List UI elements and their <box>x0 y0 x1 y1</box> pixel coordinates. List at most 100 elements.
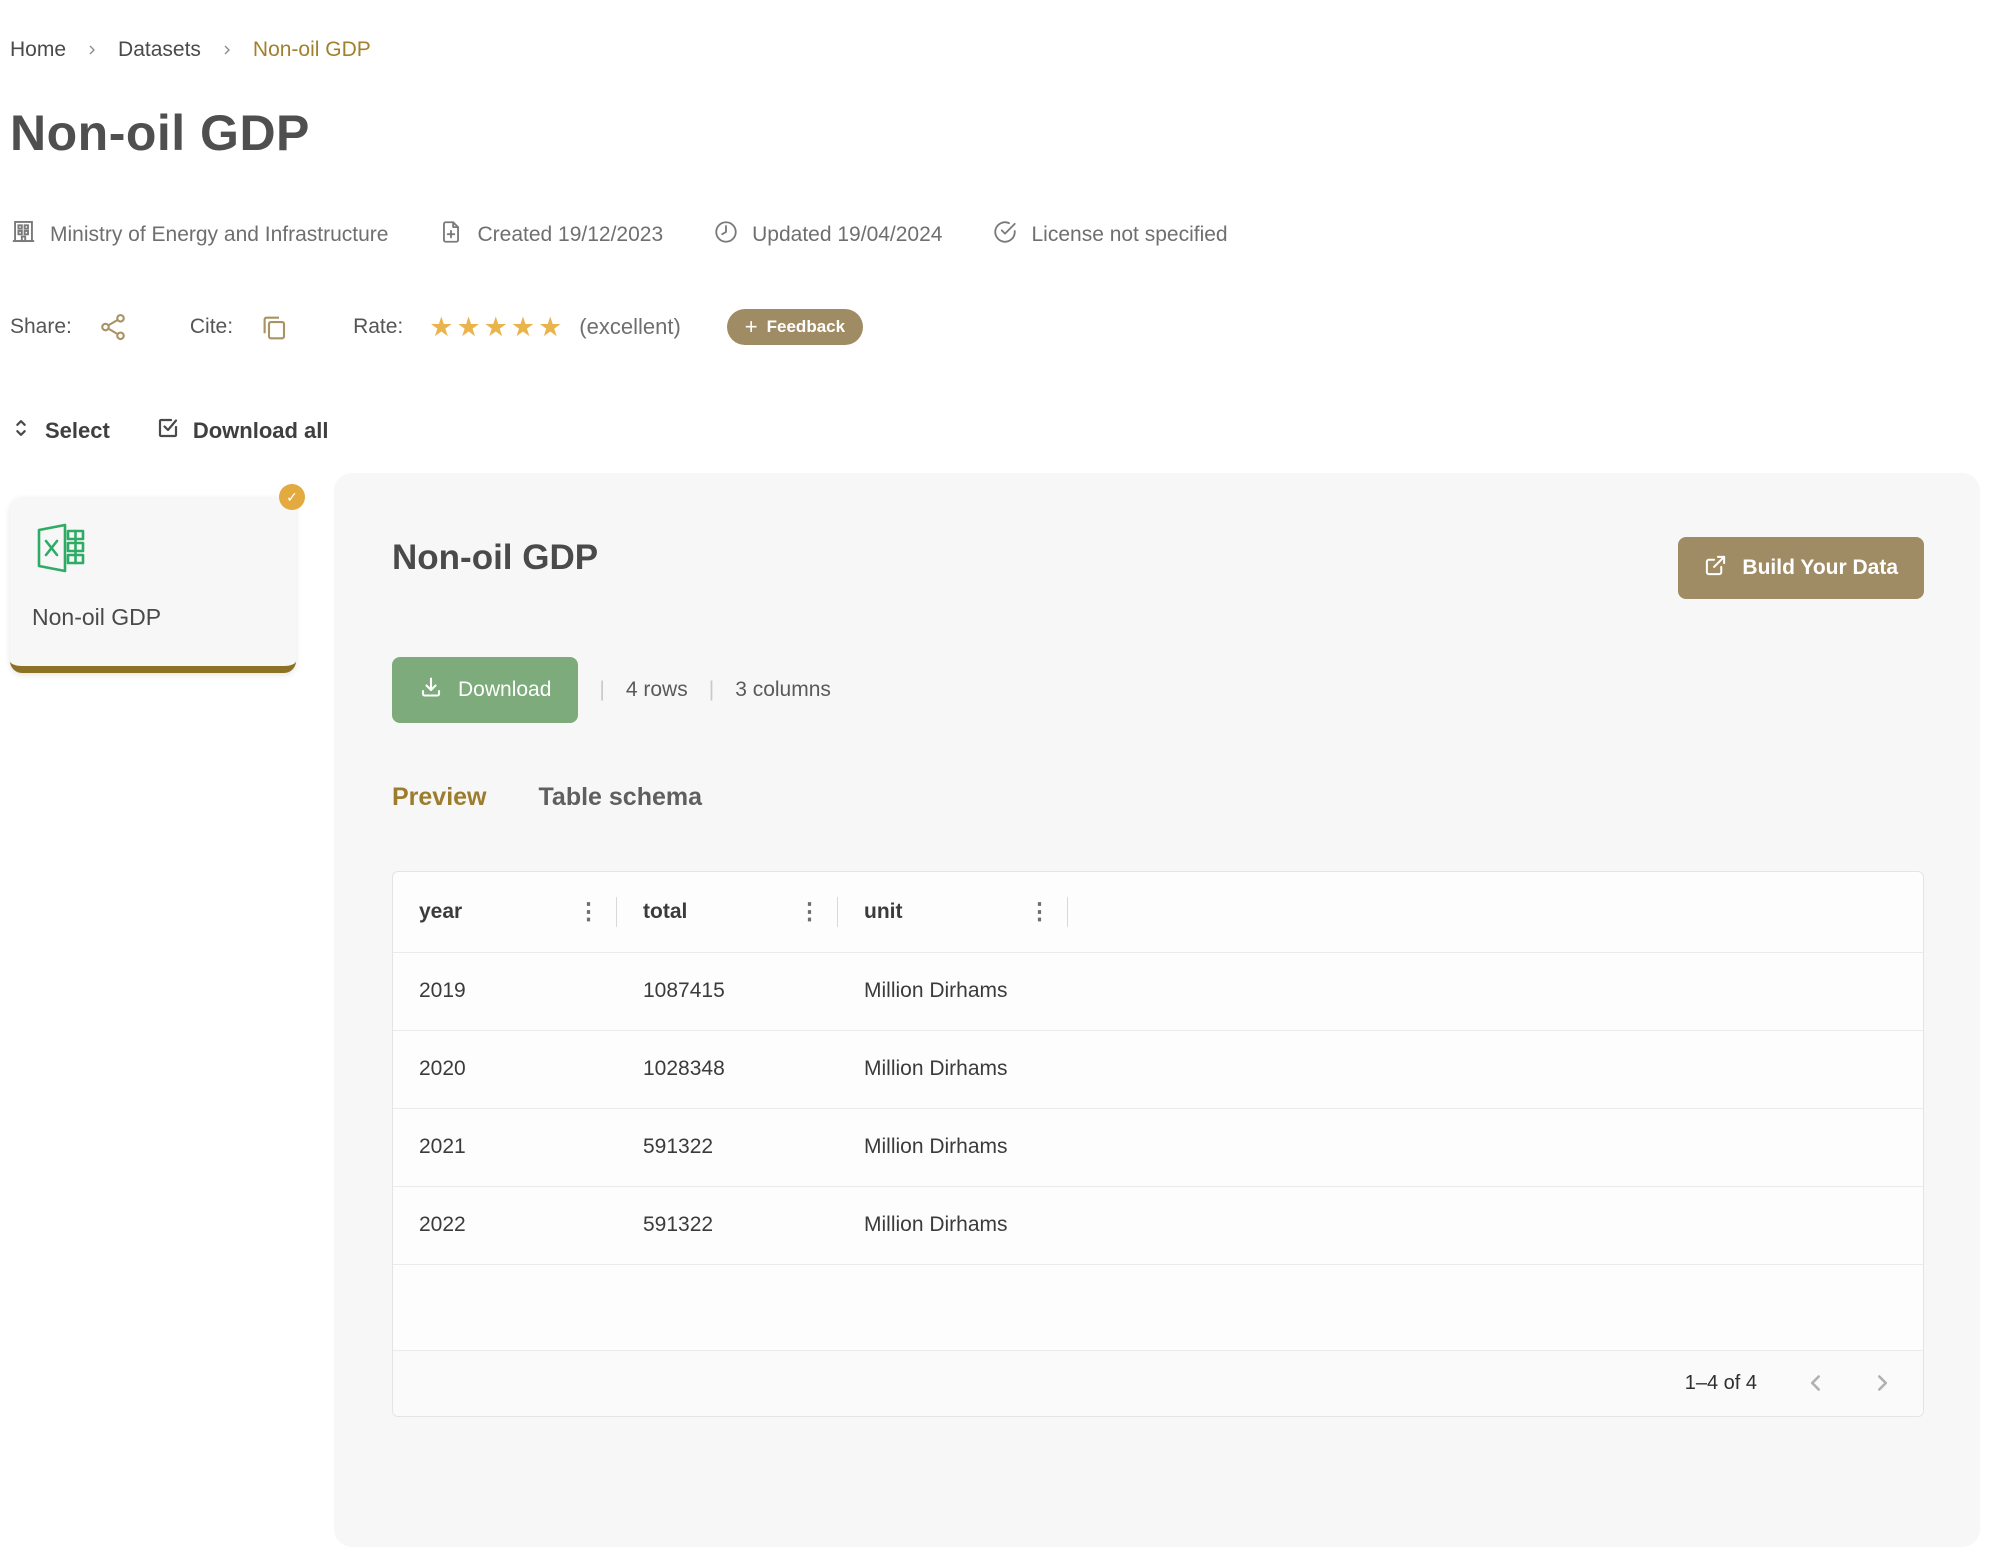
meta-created: Created 19/12/2023 <box>438 219 663 251</box>
selected-check-badge: ✓ <box>279 484 305 510</box>
table-cell: 591322 <box>617 1108 838 1186</box>
table-empty-cell <box>393 1264 1923 1350</box>
separator: | <box>709 678 714 702</box>
table-cell: Million Dirhams <box>838 1186 1068 1264</box>
rows-count: 4 rows <box>626 678 688 702</box>
panel-header: Non-oil GDP Build Your Data <box>392 537 1924 599</box>
share-label: Share: <box>10 315 72 339</box>
build-your-data-button[interactable]: Build Your Data <box>1678 537 1924 599</box>
column-header-unit: unit ⋮ <box>838 872 1068 952</box>
column-divider <box>837 897 838 927</box>
meta-license-label: License not specified <box>1031 223 1227 247</box>
column-divider <box>616 897 617 927</box>
pagination: 1–4 of 4 <box>419 1370 1895 1396</box>
table-row: 2021591322Million Dirhams <box>393 1108 1923 1186</box>
download-all-button[interactable]: Download all <box>156 416 329 446</box>
column-header-label: total <box>643 900 687 924</box>
build-your-data-label: Build Your Data <box>1742 556 1898 580</box>
cite-label: Cite: <box>190 315 233 339</box>
select-button-label: Select <box>45 418 110 444</box>
table-row: 20201028348Million Dirhams <box>393 1030 1923 1108</box>
column-divider <box>1067 897 1068 927</box>
resource-card-name: Non-oil GDP <box>32 604 296 631</box>
table-cell-filler <box>1068 1030 1923 1108</box>
download-row: Download | 4 rows | 3 columns <box>392 657 1924 723</box>
select-button[interactable]: Select <box>10 417 110 445</box>
preview-table-container: year ⋮ total ⋮ <box>392 871 1924 1417</box>
resource-card[interactable]: ✓ Non-oil GDP <box>10 497 296 673</box>
rating-text: (excellent) <box>579 314 680 340</box>
file-plus-icon <box>438 219 464 251</box>
table-empty-row <box>393 1264 1923 1350</box>
column-header-year: year ⋮ <box>393 872 617 952</box>
preview-table: year ⋮ total ⋮ <box>393 872 1923 1416</box>
feedback-button[interactable]: + Feedback <box>727 309 863 345</box>
panel-tabs: Preview Table schema <box>392 783 1924 815</box>
tab-table-schema[interactable]: Table schema <box>539 783 703 815</box>
table-cell: Million Dirhams <box>838 1030 1068 1108</box>
star-rating[interactable]: ★★★★★ <box>429 312 565 343</box>
breadcrumb-home[interactable]: Home <box>10 38 66 62</box>
chevron-right-icon <box>219 42 235 58</box>
table-row: 20191087415Million Dirhams <box>393 952 1923 1030</box>
dataset-panel: Non-oil GDP Build Your Data <box>334 473 1980 1547</box>
column-header-filler <box>1068 872 1923 952</box>
download-all-button-label: Download all <box>193 418 329 444</box>
tab-preview[interactable]: Preview <box>392 783 487 815</box>
table-cell: 2020 <box>393 1030 617 1108</box>
table-cell: 2021 <box>393 1108 617 1186</box>
clock-icon <box>713 219 739 251</box>
table-cell: 2022 <box>393 1186 617 1264</box>
table-cell: 1087415 <box>617 952 838 1030</box>
table-cell-filler <box>1068 1186 1923 1264</box>
download-button[interactable]: Download <box>392 657 578 723</box>
panel-title: Non-oil GDP <box>392 537 598 579</box>
dataset-page: Home Datasets Non-oil GDP Non-oil GDP Mi… <box>0 0 1990 1547</box>
meta-updated-label: Updated 19/04/2024 <box>752 223 942 247</box>
plus-icon: + <box>745 316 758 338</box>
table-cell: Million Dirhams <box>838 1108 1068 1186</box>
copy-icon[interactable] <box>259 312 289 342</box>
column-header-label: unit <box>864 900 902 924</box>
building-icon <box>10 218 37 251</box>
check-circle-icon <box>992 219 1018 251</box>
rate-label: Rate: <box>353 315 403 339</box>
feedback-button-label: Feedback <box>767 317 845 337</box>
table-row: 2022591322Million Dirhams <box>393 1186 1923 1264</box>
column-menu-icon[interactable]: ⋮ <box>794 900 825 923</box>
meta-updated: Updated 19/04/2024 <box>713 219 942 251</box>
table-cell-filler <box>1068 1108 1923 1186</box>
download-button-label: Download <box>458 678 551 702</box>
meta-source-label: Ministry of Energy and Infrastructure <box>50 223 388 247</box>
share-icon[interactable] <box>98 312 128 342</box>
meta-created-label: Created 19/12/2023 <box>477 223 663 247</box>
checkbox-check-icon <box>156 416 180 446</box>
table-cell: 2019 <box>393 952 617 1030</box>
column-header-total: total ⋮ <box>617 872 838 952</box>
table-body: 20191087415Million Dirhams20201028348Mil… <box>393 952 1923 1264</box>
excel-file-icon <box>32 562 90 579</box>
column-header-label: year <box>419 900 462 924</box>
table-cell: 1028348 <box>617 1030 838 1108</box>
meta-license: License not specified <box>992 219 1227 251</box>
pagination-row: 1–4 of 4 <box>393 1350 1923 1416</box>
table-cell: Million Dirhams <box>838 952 1068 1030</box>
table-cell-filler <box>1068 952 1923 1030</box>
download-icon <box>419 675 443 705</box>
share-row: Share: Cite: Rate: ★★★★★ (excellent) + F… <box>10 307 1980 347</box>
next-page-button[interactable] <box>1869 1370 1895 1396</box>
column-menu-icon[interactable]: ⋮ <box>573 900 604 923</box>
external-link-icon <box>1704 554 1727 583</box>
table-header-row: year ⋮ total ⋮ <box>393 872 1923 952</box>
unfold-icon <box>10 417 32 445</box>
previous-page-button[interactable] <box>1803 1370 1829 1396</box>
table-cell: 591322 <box>617 1186 838 1264</box>
breadcrumb-datasets[interactable]: Datasets <box>118 38 201 62</box>
content-area: ✓ Non-oil GDP Non-oil GDP <box>10 473 1980 1547</box>
breadcrumb-current: Non-oil GDP <box>253 38 371 62</box>
resources-toolbar: Select Download all <box>10 417 1980 445</box>
pagination-label: 1–4 of 4 <box>1685 1372 1757 1395</box>
pagination-nav <box>1803 1370 1895 1396</box>
chevron-right-icon <box>84 42 100 58</box>
column-menu-icon[interactable]: ⋮ <box>1024 900 1055 923</box>
